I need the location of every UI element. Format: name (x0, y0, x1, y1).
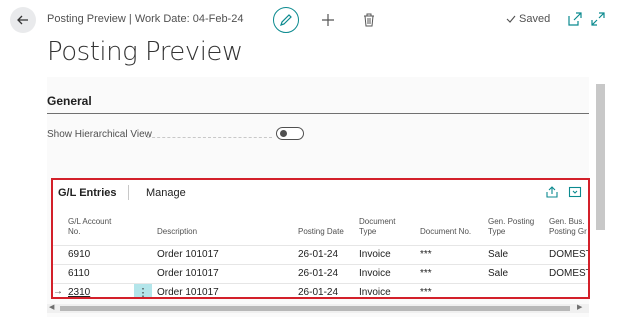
general-section-title[interactable]: General (47, 94, 92, 108)
cell-gl-account[interactable]: 6110 (68, 268, 90, 279)
saved-label: Saved (519, 13, 551, 25)
cell-description: Order 101017 (157, 268, 219, 279)
column-header-document-no[interactable]: Document No. (420, 217, 471, 237)
table-row[interactable]: 6110 Order 101017 26-01-24 Invoice *** S… (53, 264, 588, 282)
column-header-gen-posting-type[interactable]: Gen. Posting Type (488, 217, 534, 237)
cell-gen-bus-posting-group: DOMEST (549, 249, 590, 260)
row-actions-button[interactable]: ⋮ (134, 284, 152, 299)
column-header-line: G/L Account (68, 217, 112, 226)
cell-description: Order 101017 (157, 287, 219, 298)
cell-posting-date: 26-01-24 (298, 268, 339, 279)
cell-document-type: Invoice (359, 249, 391, 260)
column-header-gen-bus-posting-group[interactable]: Gen. Bus. Posting Gr (549, 217, 587, 237)
more-vertical-icon: ⋮ (137, 287, 149, 299)
show-hierarchical-label: Show Hierarchical View (47, 129, 152, 140)
table-row[interactable]: 6910 Order 101017 26-01-24 Invoice *** S… (53, 245, 588, 263)
factbox-toggle-button[interactable] (568, 185, 582, 199)
column-header-line: Gen. Posting (488, 217, 535, 226)
header-separator (128, 185, 129, 200)
cell-posting-date: 26-01-24 (298, 287, 339, 298)
vertical-scrollbar[interactable] (596, 84, 605, 230)
column-header-line: Type (488, 227, 506, 236)
column-header-line: Description (157, 227, 198, 236)
edit-button[interactable] (273, 7, 299, 33)
open-in-new-icon (568, 12, 582, 26)
cell-posting-date: 26-01-24 (298, 249, 339, 260)
checkmark-icon (506, 15, 516, 23)
gl-entries-title[interactable]: G/L Entries (58, 187, 116, 199)
expand-icon (591, 12, 605, 26)
share-button[interactable] (545, 185, 559, 199)
column-header-posting-date[interactable]: Posting Date (298, 217, 344, 237)
column-header-line: Posting Date (298, 227, 344, 236)
manage-menu[interactable]: Manage (146, 187, 186, 199)
column-header-line: Type (359, 227, 377, 236)
pencil-icon (280, 14, 292, 26)
part-header: G/L Entries Manage (53, 180, 588, 206)
column-header-line: Document No. (420, 227, 472, 236)
pane-toggle-icon (568, 186, 582, 198)
column-header-line: No. (68, 227, 81, 236)
scroll-left-arrow-icon[interactable]: ◀ (49, 303, 54, 311)
scroll-right-arrow-icon[interactable]: ▶ (577, 303, 582, 311)
cell-gl-account[interactable]: 6910 (68, 249, 90, 260)
current-row-arrow-icon: → (53, 286, 63, 297)
table-row-current[interactable]: → 2310 ⋮ Order 101017 26-01-24 Invoice *… (53, 283, 588, 299)
field-leader-dots (147, 137, 272, 138)
expand-button[interactable] (590, 11, 606, 27)
cell-gen-bus-posting-group: DOMEST (549, 268, 590, 279)
cell-description: Order 101017 (157, 249, 219, 260)
toggle-knob (280, 130, 287, 137)
column-header-gl-account[interactable]: G/L Account No. (68, 217, 111, 237)
column-header-line: Document (359, 217, 396, 226)
share-icon (546, 186, 558, 198)
new-button[interactable] (318, 10, 338, 30)
column-header-document-type[interactable]: Document Type (359, 217, 395, 237)
header-title: Posting Preview | Work Date: 04-Feb-24 (47, 13, 244, 25)
column-header-line: Gen. Bus. (549, 217, 585, 226)
cell-document-no: *** (420, 287, 432, 298)
column-header-line: Posting Gr (549, 227, 587, 236)
saved-status: Saved (506, 13, 550, 25)
cell-gen-posting-type: Sale (488, 268, 509, 279)
cell-document-no: *** (420, 268, 432, 279)
open-new-window-button[interactable] (567, 11, 583, 27)
cell-gen-posting-type: Sale (488, 249, 509, 260)
delete-button[interactable] (360, 10, 378, 30)
plus-icon (322, 14, 334, 26)
cell-document-type: Invoice (359, 268, 391, 279)
cell-document-no: *** (420, 249, 432, 260)
cell-gl-account-link[interactable]: 2310 (68, 287, 90, 297)
back-arrow-icon (17, 15, 28, 25)
page-title: Posting Preview (47, 37, 243, 67)
section-divider (47, 113, 589, 114)
column-header-description[interactable]: Description (157, 217, 197, 237)
horizontal-scrollbar-thumb[interactable] (60, 306, 570, 311)
back-button[interactable] (10, 7, 36, 33)
show-hierarchical-toggle[interactable] (276, 127, 304, 140)
cell-document-type: Invoice (359, 287, 391, 298)
gl-entries-part: G/L Entries Manage G/L Account No. Descr… (51, 178, 590, 299)
trash-icon (364, 13, 374, 27)
